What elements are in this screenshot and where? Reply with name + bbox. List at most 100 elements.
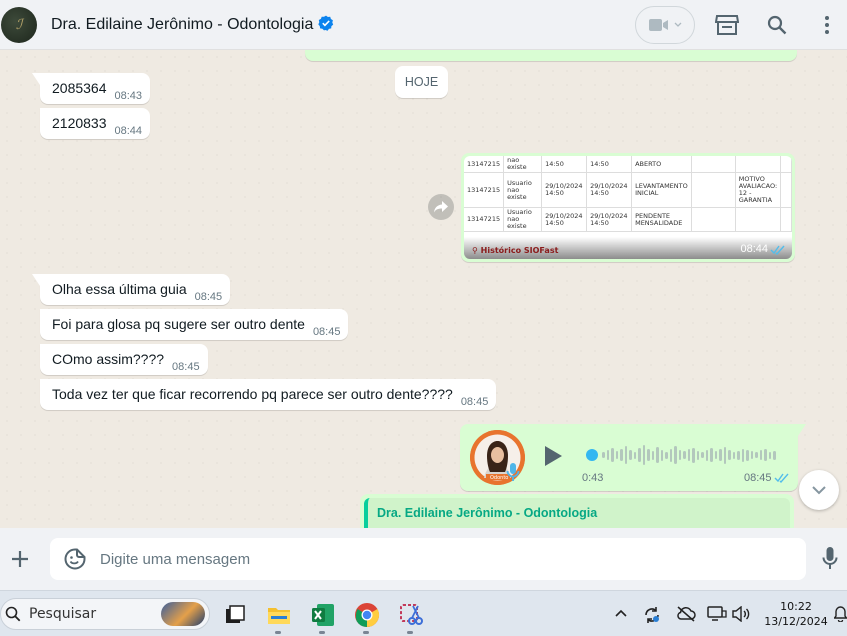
search-chat-button[interactable] [763,11,791,39]
outgoing-voice-message[interactable]: Odonto 0:43 08:45 [460,424,806,491]
playback-position-dot[interactable] [586,449,598,461]
quoted-message[interactable]: Dra. Edilaine Jerônimo - Odontologia [364,498,790,528]
waveform-bar [642,445,645,465]
message-list[interactable]: HOJE 2085364 08:43 2120833 08:44 1314721… [0,50,847,528]
incoming-message[interactable]: Olha essa última guia 08:45 [31,274,231,305]
notification-bell-icon[interactable] [834,606,847,622]
sticker-emoji-button[interactable] [64,548,86,570]
message-time: 08:44 [114,125,143,137]
waveform-bar [651,450,654,460]
active-app-indicator [363,631,369,634]
waveform-bar [606,450,609,460]
active-app-indicator [319,631,325,634]
voice-record-icon[interactable] [822,546,838,570]
volume-icon[interactable] [732,606,750,622]
message-composer [0,528,847,590]
message-text: COmo assim???? [52,351,165,367]
table-row: 13147215 Usuario nao existe 29/10/2024 1… [464,207,792,232]
excel-icon[interactable] [310,602,336,628]
waveform-bar [728,450,731,460]
search-icon [5,606,21,622]
microphone-icon [506,463,520,481]
sync-icon[interactable] [643,606,661,624]
attach-button[interactable] [2,541,38,577]
header-actions [635,0,847,50]
video-call-button[interactable] [635,6,695,44]
system-clock[interactable]: 10:22 13/12/2024 [760,599,832,629]
message-time: 08:45 [744,472,772,484]
windows-taskbar: Pesquisar 10:22 13/12/2024 [0,590,847,636]
snipping-tool-icon[interactable] [398,602,424,628]
waveform-bar [705,449,708,461]
outgoing-reply-message[interactable]: Dra. Edilaine Jerônimo - Odontologia [360,494,794,528]
waveform-bar [656,447,659,463]
clock-date: 13/12/2024 [764,615,828,628]
waveform-bar [615,451,618,459]
search-highlight-image [161,602,205,626]
forward-button[interactable] [428,194,454,220]
contact-name[interactable]: Dra. Edilaine Jerônimo - Odontologia [51,15,334,34]
active-app-indicator [275,631,281,634]
waveform-bar [759,450,762,460]
waveform-bar [629,450,632,460]
incoming-message[interactable]: Toda vez ter que ficar recorrendo pq par… [40,379,497,410]
waveform-bar [674,446,677,464]
chat-header: ℐ Dra. Edilaine Jerônimo - Odontologia [0,0,847,50]
chevron-up-icon[interactable] [614,606,628,620]
previous-outgoing-message [305,50,797,61]
image-caption: ⚲ Histórico SIOFast [472,246,559,255]
cloud-offline-icon[interactable] [676,606,696,622]
catalog-button[interactable] [713,11,741,39]
task-view-icon[interactable] [222,602,248,628]
waveform-bar [692,447,695,463]
waveform-bar [669,448,672,462]
waveform-bar [719,449,722,461]
catalog-store-icon [715,15,739,35]
message-input[interactable] [100,550,700,568]
screenshot-image[interactable]: 13147215 nao existe 14:50 14:50 ABERTO 1… [464,156,792,259]
message-input-container[interactable] [50,538,806,580]
waveform-bar [638,448,641,462]
more-options-button[interactable] [813,11,841,39]
waveform-bar [701,452,704,458]
plus-icon [12,551,28,567]
read-receipt-icon [774,473,789,483]
waveform-bar [768,451,771,459]
waveform-bar [624,446,627,464]
waveform-bar [611,448,614,462]
contact-avatar[interactable]: ℐ [1,6,37,43]
waveform-bar [710,448,713,462]
file-explorer-icon[interactable] [266,602,292,628]
incoming-message[interactable]: COmo assim???? 08:45 [40,344,208,375]
waveform-bar [737,450,740,460]
search-label: Pesquisar [29,606,97,622]
message-time: 08:43 [114,90,143,102]
chevron-down-icon [674,22,682,27]
audio-waveform[interactable] [586,442,776,468]
verified-badge-icon [318,15,334,31]
message-text: 2120833 [52,115,107,131]
waveform-bar [714,451,717,459]
incoming-message[interactable]: 2085364 08:43 [31,73,151,104]
waveform-bar [723,446,726,464]
taskbar-search[interactable]: Pesquisar [0,598,210,630]
outgoing-image-message[interactable]: 13147215 nao existe 14:50 14:50 ABERTO 1… [461,153,795,262]
message-time: 08:45 [172,361,200,373]
waveform-bar [678,450,681,460]
waveform-bar [750,451,753,459]
chrome-icon[interactable] [354,602,380,628]
waveform-bar [683,451,686,459]
message-text: Foi para glosa pq sugere ser outro dente [52,316,305,332]
play-icon[interactable] [542,444,564,468]
incoming-message[interactable]: 2120833 08:44 [40,108,151,139]
waveform-bar [687,449,690,461]
waveform-bar [665,451,668,459]
incoming-message[interactable]: Foi para glosa pq sugere ser outro dente… [40,309,349,340]
message-time: 08:45 [194,291,223,303]
scroll-to-bottom-button[interactable] [799,470,839,510]
chevron-down-icon [812,486,826,495]
contact-name-text: Dra. Edilaine Jerônimo - Odontologia [51,16,314,33]
day-separator: HOJE [395,66,448,98]
display-network-icon[interactable] [707,606,727,622]
waveform-bar [746,449,749,461]
